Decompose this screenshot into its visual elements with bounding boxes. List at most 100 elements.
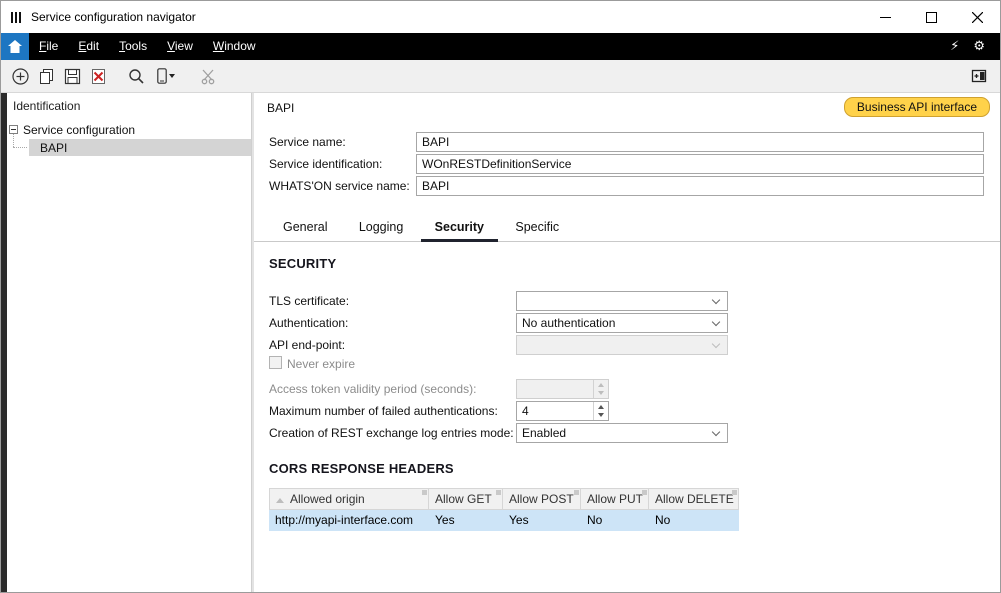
tls-certificate-label: TLS certificate: — [269, 294, 349, 308]
chevron-down-icon — [712, 340, 720, 348]
column-header-allow-get[interactable]: Allow GET — [429, 488, 503, 510]
security-heading: SECURITY — [269, 256, 336, 271]
identification-header: Identification — [13, 99, 80, 113]
whatson-service-name-label: WHATS'ON service name: — [269, 179, 410, 193]
window-controls — [862, 1, 1000, 33]
tab-security[interactable]: Security — [421, 212, 498, 242]
cell-allow-get[interactable]: Yes — [429, 510, 503, 531]
chevron-down-icon — [712, 296, 720, 304]
tree-item-label: BAPI — [40, 141, 67, 155]
spinner-arrows-icon[interactable] — [593, 402, 608, 420]
service-name-label: Service name: — [269, 135, 346, 149]
device-dropdown-caret[interactable] — [169, 74, 175, 78]
service-name-input[interactable]: BAPI — [416, 132, 984, 152]
rest-log-mode-label: Creation of REST exchange log entries mo… — [269, 426, 514, 440]
toolbar-right — [966, 63, 1000, 89]
never-expire-checkbox — [269, 356, 282, 369]
tab-specific[interactable]: Specific — [501, 212, 573, 242]
spinner-arrows-icon — [593, 380, 608, 398]
cors-table-header: Allowed origin Allow GET Allow POST Allo… — [269, 488, 739, 510]
tree-item-label: Service configuration — [23, 123, 135, 137]
filter-icon[interactable] — [496, 490, 501, 495]
add-button[interactable] — [7, 63, 33, 89]
tree-item-service-configuration[interactable]: Service configuration — [9, 121, 135, 138]
lightning-icon[interactable]: ⚡ — [943, 39, 966, 54]
table-row[interactable]: http://myapi-interface.com Yes Yes No No — [269, 510, 739, 531]
tree-connector-horizontal — [13, 147, 27, 148]
menu-window[interactable]: Window — [203, 33, 266, 60]
service-identification-input[interactable]: WOnRESTDefinitionService — [416, 154, 984, 174]
service-tree: Service configuration BAPI — [7, 117, 251, 592]
api-endpoint-combo — [516, 335, 728, 355]
gear-icon[interactable]: ⚙ — [966, 39, 992, 54]
save-button[interactable] — [59, 63, 85, 89]
menu-view[interactable]: View — [157, 33, 203, 60]
filter-icon[interactable] — [422, 490, 427, 495]
never-expire-label: Never expire — [287, 357, 355, 371]
api-endpoint-label: API end-point: — [269, 338, 345, 352]
filter-icon[interactable] — [732, 490, 737, 495]
scissors-button[interactable] — [195, 63, 221, 89]
chevron-down-icon — [712, 428, 720, 436]
home-icon — [8, 40, 22, 53]
delete-button[interactable] — [85, 63, 111, 89]
toolbar — [1, 60, 1000, 93]
search-icon — [128, 68, 145, 85]
cell-allow-delete[interactable]: No — [649, 510, 739, 531]
main-panel: BAPI Business API interface Service name… — [254, 93, 1000, 592]
app-window: Service configuration navigator File Edi… — [0, 0, 1001, 593]
filter-icon[interactable] — [642, 490, 647, 495]
close-button[interactable] — [954, 1, 1000, 33]
service-identification-label: Service identification: — [269, 157, 382, 171]
add-panel-button[interactable] — [966, 63, 992, 89]
menu-tools[interactable]: Tools — [109, 33, 157, 60]
chevron-down-icon — [712, 318, 720, 326]
tab-general[interactable]: General — [269, 212, 341, 242]
tls-certificate-combo[interactable] — [516, 291, 728, 311]
sort-ascending-icon — [276, 498, 284, 503]
copy-icon — [38, 68, 55, 85]
cors-heading: CORS RESPONSE HEADERS — [269, 461, 454, 476]
menu-file[interactable]: File — [29, 33, 68, 60]
cell-allow-put[interactable]: No — [581, 510, 649, 531]
add-panel-icon — [971, 69, 987, 83]
authentication-combo[interactable]: No authentication — [516, 313, 728, 333]
authentication-label: Authentication: — [269, 316, 348, 330]
minimize-button[interactable] — [862, 1, 908, 33]
device-icon — [157, 68, 167, 84]
home-button[interactable] — [1, 33, 29, 60]
titlebar: Service configuration navigator — [1, 1, 1000, 33]
tab-logging[interactable]: Logging — [345, 212, 418, 242]
identification-panel: Identification Service configuration BAP… — [7, 93, 251, 592]
save-icon — [64, 68, 81, 85]
filter-icon[interactable] — [574, 490, 579, 495]
menubar: File Edit Tools View Window ⚡ ⚙ — [1, 33, 1000, 60]
content-area: Identification Service configuration BAP… — [1, 93, 1000, 592]
validity-period-label: Access token validity period (seconds): — [269, 382, 476, 396]
search-button[interactable] — [123, 63, 149, 89]
column-header-allow-delete[interactable]: Allow DELETE — [649, 488, 739, 510]
column-header-allow-post[interactable]: Allow POST — [503, 488, 581, 510]
maximize-button[interactable] — [908, 1, 954, 33]
business-api-badge: Business API interface — [844, 97, 990, 117]
copy-button[interactable] — [33, 63, 59, 89]
menu-edit[interactable]: Edit — [68, 33, 109, 60]
tree-item-bapi[interactable]: BAPI — [29, 139, 251, 156]
collapse-icon[interactable] — [9, 125, 18, 134]
rest-log-mode-combo[interactable]: Enabled — [516, 423, 728, 443]
menubar-right: ⚡ ⚙ — [943, 33, 1000, 60]
window-title: Service configuration navigator — [31, 10, 196, 24]
add-icon — [12, 68, 29, 85]
whatson-service-name-input[interactable]: BAPI — [416, 176, 984, 196]
page-title: BAPI — [267, 101, 294, 115]
delete-icon — [90, 68, 107, 85]
cell-allow-post[interactable]: Yes — [503, 510, 581, 531]
column-header-allowed-origin[interactable]: Allowed origin — [269, 488, 429, 510]
cell-allowed-origin[interactable]: http://myapi-interface.com — [269, 510, 429, 531]
device-button[interactable] — [149, 63, 183, 89]
validity-period-spinner — [516, 379, 609, 399]
app-icon — [10, 11, 23, 24]
column-header-allow-put[interactable]: Allow PUT — [581, 488, 649, 510]
max-failed-auth-spinner[interactable]: 4 — [516, 401, 609, 421]
tab-bar: General Logging Security Specific — [254, 212, 1000, 242]
